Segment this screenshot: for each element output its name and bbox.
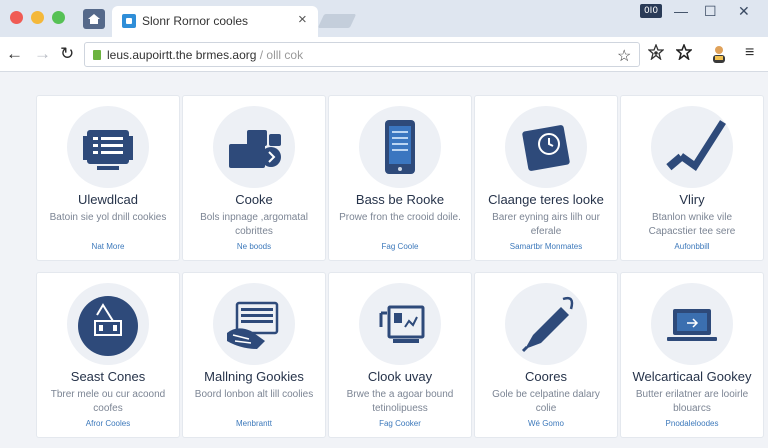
card-description: Tbrer mele ou cur acoond coofes — [50, 389, 166, 414]
card-4[interactable]: Claange teres looke Barer eyning airs li… — [475, 96, 617, 260]
checkmark-icon — [651, 106, 733, 188]
card-title: Vliry — [679, 192, 705, 207]
back-button[interactable]: ← — [6, 45, 23, 63]
card-link[interactable]: Fag Cooker — [329, 419, 471, 428]
card-description: Butter erilatner are looirle blouarcs — [635, 389, 749, 414]
document-list-icon — [67, 106, 149, 188]
card-link[interactable]: Nat More — [37, 242, 179, 251]
card-description: Prowe fron the crooid doile. — [339, 212, 461, 223]
card-link[interactable]: Afror Cooles — [37, 419, 179, 428]
bookmark-star-icon[interactable]: ☆ — [617, 46, 631, 66]
card-link[interactable]: Ne boods — [183, 242, 325, 251]
card-8[interactable]: Clook uvay Brwe the a agoar bound tetino… — [329, 273, 471, 437]
card-9[interactable]: Coores Gole be celpatine dalary colie Wé… — [475, 273, 617, 437]
favicon-icon — [122, 14, 136, 28]
favorites-star-icon[interactable] — [675, 42, 693, 65]
hand-card-icon — [213, 283, 295, 365]
tab-strip: Slonr Rornor cooles × 0I0 — ☐ ✕ — [0, 0, 768, 37]
maximize-window-dot[interactable] — [52, 11, 65, 24]
card-description: Boord lonbon alt lill coolies — [194, 389, 314, 400]
browser-toolbar: ← → ↻ leus.aupoirtt.the brmes.aorg / oll… — [0, 37, 768, 72]
card-description: Bols inpnage ,argomatal cobrittes — [200, 212, 308, 237]
tab-close-icon[interactable]: × — [298, 12, 307, 28]
card-link[interactable]: Wé Gomo — [475, 419, 617, 428]
card-link[interactable]: Aufonbbill — [621, 242, 763, 251]
folders-icon — [213, 106, 295, 188]
address-bar[interactable]: leus.aupoirtt.the brmes.aorg / olll cok … — [84, 42, 640, 67]
card-description: Brwe the a agoar bound tetinolipuess — [346, 389, 454, 414]
card-6[interactable]: Seast Cones Tbrer mele ou cur acoond coo… — [37, 273, 179, 437]
card-10[interactable]: Welcarticaal Gookey Butter erilatner are… — [621, 273, 763, 437]
card-title: Welcarticaal Gookey — [632, 369, 752, 384]
smartphone-icon — [359, 106, 441, 188]
minimize-button[interactable]: — — [674, 2, 688, 20]
tab-title: Slonr Rornor cooles — [142, 14, 249, 28]
card-title: Coores — [525, 369, 567, 384]
clock-icon — [505, 106, 587, 188]
card-title: Clook uvay — [367, 369, 433, 384]
card-description: Barer eyning airs lilh our eferale — [492, 212, 600, 237]
card-description: Btanlon wnike vile Capacstier tee sere — [648, 212, 736, 237]
pen-icon — [505, 283, 587, 365]
card-1[interactable]: Ulewdlcad Batoin sie yol dnill cookies N… — [37, 96, 179, 260]
close-button[interactable]: ✕ — [738, 2, 750, 20]
minimize-window-dot[interactable] — [31, 11, 44, 24]
close-window-dot[interactable] — [10, 11, 23, 24]
forward-button[interactable]: → — [34, 45, 51, 63]
reload-button[interactable]: ↻ — [60, 45, 74, 63]
shield-money-icon — [67, 283, 149, 365]
extension-star-icon[interactable] — [647, 43, 665, 65]
card-title: Claange teres looke — [488, 192, 604, 207]
menu-icon[interactable]: ≡ — [745, 44, 754, 62]
card-3[interactable]: Bass be Rooke Prowe fron the crooid doil… — [329, 96, 471, 260]
laptop-icon — [651, 283, 733, 365]
profile-avatar[interactable] — [710, 44, 728, 64]
card-title: Seast Cones — [70, 369, 146, 384]
card-5[interactable]: Vliry Btanlon wnike vile Capacstier tee … — [621, 96, 763, 260]
maximize-button[interactable]: ☐ — [704, 2, 717, 20]
card-link[interactable]: Pnodaleloodes — [621, 419, 763, 428]
cards-grid: Ulewdlcad Batoin sie yol dnill cookies N… — [0, 73, 768, 448]
home-icon[interactable] — [83, 9, 105, 29]
active-tab[interactable]: Slonr Rornor cooles × — [112, 6, 318, 37]
url-text[interactable]: leus.aupoirtt.the brmes.aorg / olll cok — [107, 48, 303, 62]
card-2[interactable]: Cooke Bols inpnage ,argomatal cobrittes … — [183, 96, 325, 260]
card-title: Mallning Gookies — [204, 369, 304, 384]
card-description: Batoin sie yol dnill cookies — [49, 212, 167, 223]
card-7[interactable]: Mallning Gookies Boord lonbon alt lill c… — [183, 273, 325, 437]
lock-icon — [93, 50, 101, 60]
window-badge: 0I0 — [640, 4, 662, 18]
card-title: Cooke — [235, 192, 273, 207]
card-link[interactable]: Samartbr Monmates — [475, 242, 617, 251]
card-description: Gole be celpatine dalary colie — [492, 389, 600, 414]
card-title: Ulewdlcad — [78, 192, 138, 207]
card-link[interactable]: Fag Coole — [329, 242, 471, 251]
card-link[interactable]: Menbrantt — [183, 419, 325, 428]
card-title: Bass be Rooke — [355, 192, 445, 207]
new-tab-button[interactable] — [317, 14, 357, 28]
monitor-chart-icon — [359, 283, 441, 365]
